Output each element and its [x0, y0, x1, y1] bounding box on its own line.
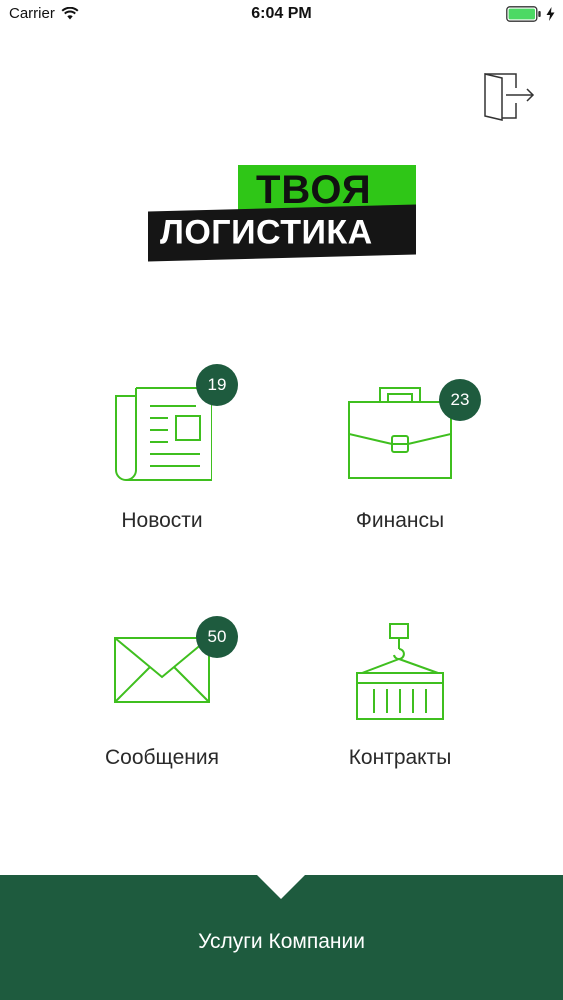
company-services-label: Услуги Компании	[198, 930, 365, 953]
tile-news-label: Новости	[121, 509, 203, 532]
briefcase-icon	[348, 387, 452, 479]
logo-bottom-band: ЛОГИСТИКА	[148, 204, 416, 262]
tile-messages[interactable]: 50 Сообщения	[62, 605, 262, 795]
tile-finance-label: Финансы	[355, 509, 445, 532]
tile-contracts-label: Контракты	[348, 746, 452, 769]
battery-indicator	[506, 6, 555, 22]
status-bar: Carrier 6:04 PM	[0, 0, 563, 30]
tile-finance[interactable]: 23 Финансы	[300, 368, 500, 558]
messages-count-badge: 50	[196, 616, 238, 658]
logout-button[interactable]	[480, 72, 536, 122]
bottom-bar-notch	[257, 875, 305, 899]
battery-icon	[506, 6, 541, 22]
app-logo: ТВОЯ ЛОГИСТИКА	[146, 163, 418, 262]
exit-door-icon	[484, 73, 535, 121]
charging-bolt-icon	[546, 7, 555, 21]
logo-line2: ЛОГИСТИКА	[160, 213, 373, 252]
tile-news[interactable]: 19 Новости	[62, 364, 262, 558]
newspaper-icon	[115, 387, 212, 481]
tile-contracts[interactable]: Контракты	[300, 605, 500, 795]
tile-messages-label: Сообщения	[105, 746, 219, 769]
finance-count-badge: 23	[439, 379, 481, 421]
news-count-badge: 19	[196, 364, 238, 406]
status-time: 6:04 PM	[251, 5, 312, 22]
container-crane-icon	[356, 623, 444, 720]
